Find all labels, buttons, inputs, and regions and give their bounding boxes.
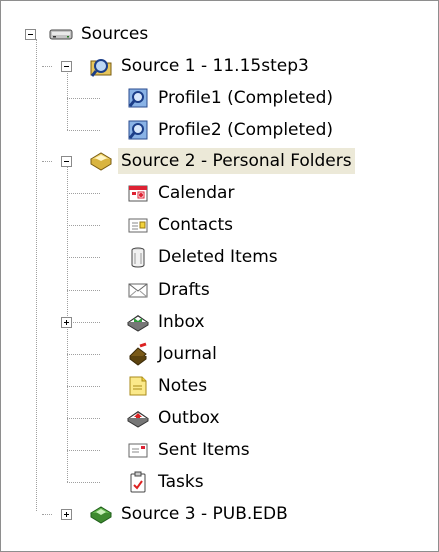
tree-node-label: Source 1 - 11.15step3 xyxy=(121,56,309,76)
notes-icon xyxy=(126,374,150,398)
calendar-icon xyxy=(126,181,150,205)
tree-line xyxy=(67,418,100,419)
collapse-toggle-source-1[interactable] xyxy=(61,61,72,72)
personal-folders-icon xyxy=(89,149,113,173)
envelope-icon xyxy=(126,278,150,302)
tree-node-sources[interactable]: Sources xyxy=(49,20,151,48)
tree-node-label: Drafts xyxy=(158,280,210,300)
tree-node-label: Inbox xyxy=(158,312,205,332)
tree-line xyxy=(42,514,52,515)
tree-node-source-3[interactable]: Source 3 - PUB.EDB xyxy=(89,500,291,528)
tree-line xyxy=(67,69,68,130)
tree-node-label: Profile1 (Completed) xyxy=(158,88,334,108)
contacts-icon xyxy=(126,213,150,237)
tree-node-sent-items[interactable]: Sent Items xyxy=(126,436,253,464)
tree-node-inbox[interactable]: Inbox xyxy=(126,308,208,336)
tree-line xyxy=(67,98,100,99)
tree-line xyxy=(67,290,100,291)
tree-line xyxy=(67,130,100,131)
tree-node-profile-1[interactable]: Profile1 (Completed) xyxy=(126,84,336,112)
tree-node-notes[interactable]: Notes xyxy=(126,372,210,400)
tree-node-outbox[interactable]: Outbox xyxy=(126,404,223,432)
profile-search-icon xyxy=(126,118,150,142)
tree-node-label: Source 2 - Personal Folders xyxy=(118,148,355,174)
tree-node-label: Contacts xyxy=(158,215,233,235)
tree-node-label: Notes xyxy=(158,376,208,396)
tree-node-deleted-items[interactable]: Deleted Items xyxy=(126,243,281,271)
tree-node-label: Sources xyxy=(81,24,149,44)
search-folder-icon xyxy=(89,54,113,78)
tree-node-label: Sent Items xyxy=(158,440,250,460)
trash-icon xyxy=(126,245,150,269)
drive-icon xyxy=(49,22,73,46)
tree-node-drafts[interactable]: Drafts xyxy=(126,276,213,304)
tree-line xyxy=(67,386,100,387)
tree-node-label: Journal xyxy=(158,344,217,364)
tree-line xyxy=(42,66,52,67)
folder-tree[interactable]: Sources Source 1 - 11.15step3 Profile1 (… xyxy=(0,0,439,552)
tree-node-label: Calendar xyxy=(158,183,235,203)
expand-toggle-source-3[interactable] xyxy=(61,509,72,520)
tree-node-source-2[interactable]: Source 2 - Personal Folders xyxy=(89,147,355,175)
tree-line xyxy=(67,482,100,483)
tree-node-label: Source 3 - PUB.EDB xyxy=(121,504,288,524)
outbox-icon xyxy=(126,406,150,430)
journal-icon xyxy=(126,342,150,366)
tree-line xyxy=(67,354,100,355)
profile-search-icon xyxy=(126,86,150,110)
tasks-icon xyxy=(126,470,150,494)
collapse-toggle-source-2[interactable] xyxy=(61,156,72,167)
tree-line xyxy=(73,322,100,323)
tree-line xyxy=(67,450,100,451)
tree-node-tasks[interactable]: Tasks xyxy=(126,468,207,496)
tree-line xyxy=(36,39,37,511)
tree-node-label: Profile2 (Completed) xyxy=(158,120,334,140)
tree-line xyxy=(67,193,100,194)
sent-items-icon xyxy=(126,438,150,462)
tree-node-label: Deleted Items xyxy=(158,247,278,267)
tree-node-journal[interactable]: Journal xyxy=(126,340,220,368)
tree-line xyxy=(67,257,100,258)
tree-node-label: Tasks xyxy=(158,472,204,492)
tree-line xyxy=(67,225,100,226)
public-folders-icon xyxy=(89,502,113,526)
inbox-icon xyxy=(126,310,150,334)
tree-line xyxy=(42,161,52,162)
tree-node-profile-2[interactable]: Profile2 (Completed) xyxy=(126,116,336,144)
collapse-toggle-sources[interactable] xyxy=(25,29,36,40)
tree-node-contacts[interactable]: Contacts xyxy=(126,211,236,239)
expand-toggle-inbox[interactable] xyxy=(61,317,72,328)
tree-node-label: Outbox xyxy=(158,408,220,428)
tree-node-calendar[interactable]: Calendar xyxy=(126,179,237,207)
tree-node-source-1[interactable]: Source 1 - 11.15step3 xyxy=(89,52,312,80)
